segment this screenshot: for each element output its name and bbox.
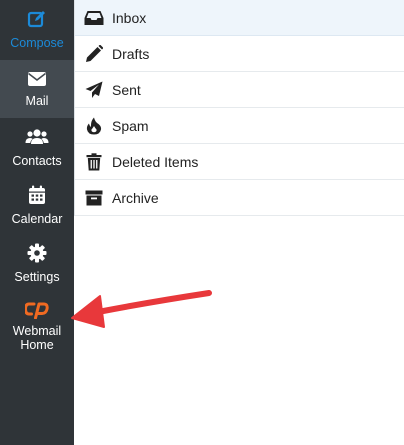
sidebar-item-label: Mail [25,94,49,108]
folder-label: Inbox [112,9,147,26]
folder-label: Drafts [112,45,150,62]
sidebar-item-label-line1: Webmail [12,324,62,338]
compose-icon [27,9,47,32]
gear-icon [27,243,47,266]
sidebar-item-calendar[interactable]: Calendar [0,178,74,234]
paper-plane-icon [84,80,104,100]
users-icon [25,127,49,150]
folder-item-archive[interactable]: Archive [75,180,404,216]
calendar-icon [28,185,46,208]
sidebar-item-label: Contacts [12,154,62,168]
folder-label: Spam [112,117,149,134]
sidebar-item-label-line2: Home [20,338,54,352]
folder-label: Archive [112,189,159,206]
sidebar-item-label: Calendar [11,212,63,226]
sidebar-item-compose[interactable]: Compose [0,0,74,60]
sidebar-item-webmail-home[interactable]: Webmail Home [0,294,74,356]
archive-box-icon [84,188,104,208]
sidebar-item-contacts[interactable]: Contacts [0,120,74,176]
sidebar-item-label: Compose [10,36,64,50]
cpanel-logo-icon [23,301,49,322]
pencil-icon [84,44,104,64]
sidebar-item-label: Settings [14,270,60,284]
folder-label: Sent [112,81,141,98]
envelope-icon [27,71,47,90]
folder-item-inbox[interactable]: Inbox [75,0,404,36]
folder-item-drafts[interactable]: Drafts [75,36,404,72]
folder-item-sent[interactable]: Sent [75,72,404,108]
trash-icon [84,152,104,172]
folder-item-spam[interactable]: Spam [75,108,404,144]
inbox-icon [84,8,104,28]
fire-icon [84,116,104,136]
folder-item-deleted-items[interactable]: Deleted Items [75,144,404,180]
sidebar-item-mail[interactable]: Mail [0,60,74,118]
sidebar-item-settings[interactable]: Settings [0,236,74,292]
folder-label: Deleted Items [112,153,199,170]
sidebar: Compose Mail Contacts Calendar Settings … [0,0,74,445]
folder-list: Inbox Drafts Sent Spam Deleted Items Arc… [74,0,404,216]
